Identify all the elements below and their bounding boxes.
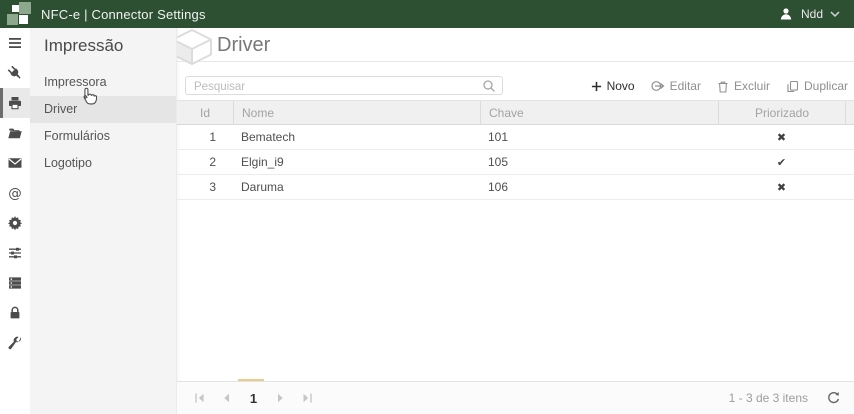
page-title: Driver <box>217 34 270 57</box>
menu-icon[interactable] <box>0 28 30 58</box>
novo-button[interactable]: Novo <box>591 79 635 93</box>
trash-icon <box>717 80 729 93</box>
sidebar-item-driver[interactable]: Driver <box>30 96 176 123</box>
table-row[interactable]: 3 Daruma 106 ✖ <box>177 175 854 200</box>
printer-icon[interactable] <box>0 88 30 118</box>
cell-id: 3 <box>177 180 233 194</box>
column-header-nome[interactable]: Nome <box>233 101 480 124</box>
cell-priorizado-check-icon: ✔ <box>718 156 845 169</box>
cell-nome: Elgin_i9 <box>233 155 480 169</box>
cell-priorizado-x-icon: ✖ <box>718 131 845 144</box>
cell-id: 2 <box>177 155 233 169</box>
cell-id: 1 <box>177 130 233 144</box>
excluir-button[interactable]: Excluir <box>717 79 770 93</box>
at-sign-icon[interactable]: @ <box>0 178 30 208</box>
editar-button[interactable]: Editar <box>651 79 701 93</box>
page-header: Driver <box>177 28 854 62</box>
svg-text:@: @ <box>8 185 22 201</box>
gear-icon[interactable] <box>0 208 30 238</box>
sidebar-impressao: Impressão Impressora Driver Formulários … <box>30 28 177 414</box>
cell-priorizado-x-icon: ✖ <box>718 181 845 194</box>
table-row[interactable]: 1 Bematech 101 ✖ <box>177 125 854 150</box>
cell-chave: 106 <box>480 180 718 194</box>
plus-icon <box>591 81 602 92</box>
copy-icon <box>786 80 799 93</box>
user-menu[interactable]: Ndd <box>778 6 840 22</box>
sidebar-header: Impressão <box>30 28 176 56</box>
edit-icon <box>651 80 665 92</box>
column-header-chave[interactable]: Chave <box>480 101 718 124</box>
user-name: Ndd <box>801 7 823 21</box>
duplicar-label: Duplicar <box>804 79 848 93</box>
lock-icon[interactable] <box>0 298 30 328</box>
wrench-icon[interactable] <box>0 328 30 358</box>
toolbar: Novo Editar Excluir <box>177 72 854 100</box>
envelope-icon[interactable] <box>0 148 30 178</box>
search-icon <box>482 79 496 93</box>
page-number[interactable]: 1 <box>240 391 267 406</box>
current-page-indicator <box>238 379 264 381</box>
next-page-button[interactable] <box>267 385 294 412</box>
column-header-priorizado[interactable]: Priorizado <box>718 101 845 124</box>
editar-label: Editar <box>670 79 701 93</box>
topbar: NFC-e | Connector Settings Ndd <box>0 0 854 28</box>
main-content: Driver Novo Editar <box>177 28 854 414</box>
app-title: NFC-e | Connector Settings <box>41 7 206 22</box>
sidebar-item-impressora[interactable]: Impressora <box>30 69 176 96</box>
previous-page-button[interactable] <box>213 385 240 412</box>
cell-nome: Daruma <box>233 180 480 194</box>
cell-chave: 101 <box>480 130 718 144</box>
column-header-spacer <box>845 101 854 124</box>
sidebar-item-logotipo[interactable]: Logotipo <box>30 150 176 177</box>
server-icon[interactable] <box>0 268 30 298</box>
chevron-down-icon <box>830 11 840 18</box>
refresh-button[interactable] <box>826 391 840 405</box>
excluir-label: Excluir <box>734 79 770 93</box>
search-box <box>185 76 503 95</box>
table-header-row: Id Nome Chave Priorizado <box>177 100 854 125</box>
driver-table: Id Nome Chave Priorizado 1 Bematech 101 … <box>177 100 854 200</box>
cell-chave: 105 <box>480 155 718 169</box>
icon-rail: @ <box>0 28 30 414</box>
plug-icon[interactable] <box>0 58 30 88</box>
refresh-icon <box>826 391 840 405</box>
search-input[interactable] <box>186 79 502 96</box>
column-header-id[interactable]: Id <box>177 101 233 124</box>
sliders-icon[interactable] <box>0 238 30 268</box>
package-cube-icon <box>177 28 215 65</box>
novo-label: Novo <box>607 79 635 93</box>
duplicar-button[interactable]: Duplicar <box>786 79 848 93</box>
table-row[interactable]: 2 Elgin_i9 105 ✔ <box>177 150 854 175</box>
sidebar-item-formularios[interactable]: Formulários <box>30 123 176 150</box>
user-icon <box>778 6 794 22</box>
last-page-button[interactable] <box>294 385 321 412</box>
pager-info: 1 - 3 de 3 itens <box>729 391 808 405</box>
app-logo-icon <box>5 1 33 27</box>
folder-open-icon[interactable] <box>0 118 30 148</box>
first-page-button[interactable] <box>186 385 213 412</box>
cell-nome: Bematech <box>233 130 480 144</box>
pager: 1 1 - 3 de 3 itens <box>177 381 854 414</box>
